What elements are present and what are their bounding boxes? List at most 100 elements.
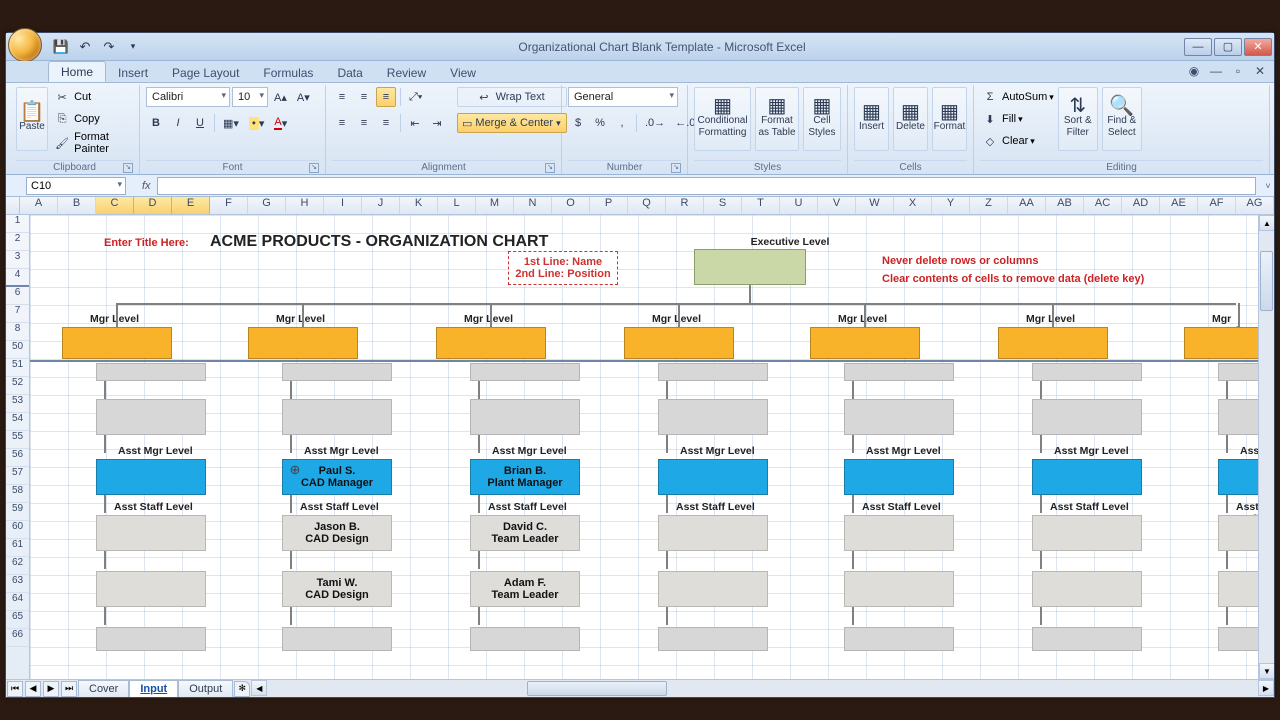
worksheet-grid[interactable]: 1234678505152535455565758596061626364656…	[6, 215, 1274, 679]
currency-button[interactable]: $	[568, 113, 588, 133]
ribbon-minimize-icon[interactable]: —	[1208, 63, 1224, 79]
col-header-X[interactable]: X	[894, 197, 932, 214]
row-header-4[interactable]: 4	[6, 269, 29, 287]
increase-indent-icon[interactable]: ⇥	[427, 113, 447, 133]
staff-box[interactable]: Jason B.CAD Design	[282, 515, 392, 551]
asst-mgr-box[interactable]: Brian B.Plant Manager	[470, 459, 580, 495]
asst-mgr-box[interactable]	[1032, 459, 1142, 495]
conditional-formatting-button[interactable]: ▦ Conditional Formatting	[694, 87, 751, 151]
staff-box[interactable]	[1218, 627, 1258, 651]
vscroll-thumb[interactable]	[1260, 251, 1273, 311]
mgr-box[interactable]	[62, 327, 172, 359]
col-header-AC[interactable]: AC	[1084, 197, 1122, 214]
staff-box-partial[interactable]	[96, 363, 206, 381]
staff-box[interactable]	[1032, 571, 1142, 607]
qat-dropdown-icon[interactable]: ▾	[124, 38, 142, 56]
staff-box[interactable]	[282, 627, 392, 651]
col-header-R[interactable]: R	[666, 197, 704, 214]
help-icon[interactable]: ◉	[1186, 63, 1202, 79]
sheet-tab-input[interactable]: Input	[129, 680, 178, 697]
row-header-54[interactable]: 54	[6, 413, 29, 431]
row-header-59[interactable]: 59	[6, 503, 29, 521]
staff-box-partial[interactable]	[844, 363, 954, 381]
col-header-G[interactable]: G	[248, 197, 286, 214]
col-header-A[interactable]: A	[20, 197, 58, 214]
col-header-AE[interactable]: AE	[1160, 197, 1198, 214]
staff-box[interactable]	[844, 399, 954, 435]
col-header-J[interactable]: J	[362, 197, 400, 214]
row-header-51[interactable]: 51	[6, 359, 29, 377]
asst-mgr-box[interactable]	[658, 459, 768, 495]
staff-box[interactable]	[1218, 399, 1258, 435]
row-header-60[interactable]: 60	[6, 521, 29, 539]
sheet-nav-next-icon[interactable]: ▶	[43, 681, 59, 697]
expand-formula-bar-icon[interactable]: ˅	[1262, 181, 1274, 191]
row-header-61[interactable]: 61	[6, 539, 29, 557]
italic-button[interactable]: I	[168, 113, 188, 133]
sheet-tab-output[interactable]: Output	[178, 680, 233, 697]
mgr-box[interactable]	[810, 327, 920, 359]
mgr-box[interactable]	[624, 327, 734, 359]
col-header-AD[interactable]: AD	[1122, 197, 1160, 214]
tab-data[interactable]: Data	[325, 63, 374, 82]
save-icon[interactable]: 💾	[52, 38, 70, 56]
staff-box[interactable]	[1032, 515, 1142, 551]
staff-box[interactable]: Adam F.Team Leader	[470, 571, 580, 607]
alignment-launcher-icon[interactable]: ↘	[545, 163, 555, 173]
staff-box[interactable]	[470, 627, 580, 651]
font-color-button[interactable]: A▾	[270, 113, 291, 133]
row-header-63[interactable]: 63	[6, 575, 29, 593]
col-header-AG[interactable]: AG	[1236, 197, 1274, 214]
staff-box[interactable]	[470, 399, 580, 435]
col-header-AB[interactable]: AB	[1046, 197, 1084, 214]
fill-color-button[interactable]: ⬩▾	[245, 113, 269, 133]
staff-box[interactable]: David C.Team Leader	[470, 515, 580, 551]
staff-box[interactable]	[1218, 515, 1258, 551]
tab-view[interactable]: View	[438, 63, 488, 82]
cut-label[interactable]: Cut	[74, 91, 91, 103]
tab-formulas[interactable]: Formulas	[251, 63, 325, 82]
mgr-box[interactable]	[436, 327, 546, 359]
name-box[interactable]: C10	[26, 177, 126, 195]
executive-box[interactable]	[694, 249, 806, 285]
copy-label[interactable]: Copy	[74, 113, 100, 125]
col-header-F[interactable]: F	[210, 197, 248, 214]
staff-box[interactable]	[1032, 627, 1142, 651]
align-bottom-icon[interactable]: ≡	[376, 87, 396, 107]
row-header-50[interactable]: 50	[6, 341, 29, 359]
col-header-I[interactable]: I	[324, 197, 362, 214]
cut-icon[interactable]: ✂	[52, 87, 72, 107]
select-all-corner[interactable]	[6, 197, 20, 214]
insert-cells-button[interactable]: ▦Insert	[854, 87, 889, 151]
col-header-C[interactable]: C	[96, 197, 134, 214]
staff-box-partial[interactable]	[1032, 363, 1142, 381]
find-select-button[interactable]: 🔍Find & Select	[1102, 87, 1142, 151]
row-headers[interactable]: 1234678505152535455565758596061626364656…	[6, 215, 30, 679]
close-button[interactable]: ✕	[1244, 38, 1272, 56]
staff-box[interactable]: Tami W.CAD Design	[282, 571, 392, 607]
bold-button[interactable]: B	[146, 113, 166, 133]
staff-box[interactable]	[658, 515, 768, 551]
new-sheet-icon[interactable]: ✻	[234, 681, 250, 697]
clear-icon[interactable]: ◇	[980, 131, 1000, 151]
paste-button[interactable]: 📋 Paste	[16, 87, 48, 151]
scroll-up-icon[interactable]: ▲	[1259, 215, 1274, 231]
fx-icon[interactable]: fx	[142, 180, 151, 192]
row-header-66[interactable]: 66	[6, 629, 29, 647]
col-header-Q[interactable]: Q	[628, 197, 666, 214]
hscroll-thumb[interactable]	[527, 681, 667, 696]
col-header-P[interactable]: P	[590, 197, 628, 214]
staff-box[interactable]	[844, 515, 954, 551]
row-header-52[interactable]: 52	[6, 377, 29, 395]
col-header-AF[interactable]: AF	[1198, 197, 1236, 214]
col-header-M[interactable]: M	[476, 197, 514, 214]
asst-mgr-box[interactable]	[1218, 459, 1258, 495]
increase-font-icon[interactable]: A▴	[270, 87, 291, 107]
undo-icon[interactable]: ↶	[76, 38, 94, 56]
staff-box[interactable]	[96, 399, 206, 435]
align-top-icon[interactable]: ≡	[332, 87, 352, 107]
font-family-combo[interactable]: Calibri	[146, 87, 230, 107]
row-header-57[interactable]: 57	[6, 467, 29, 485]
sort-filter-button[interactable]: ⇅Sort & Filter	[1058, 87, 1098, 151]
col-header-H[interactable]: H	[286, 197, 324, 214]
